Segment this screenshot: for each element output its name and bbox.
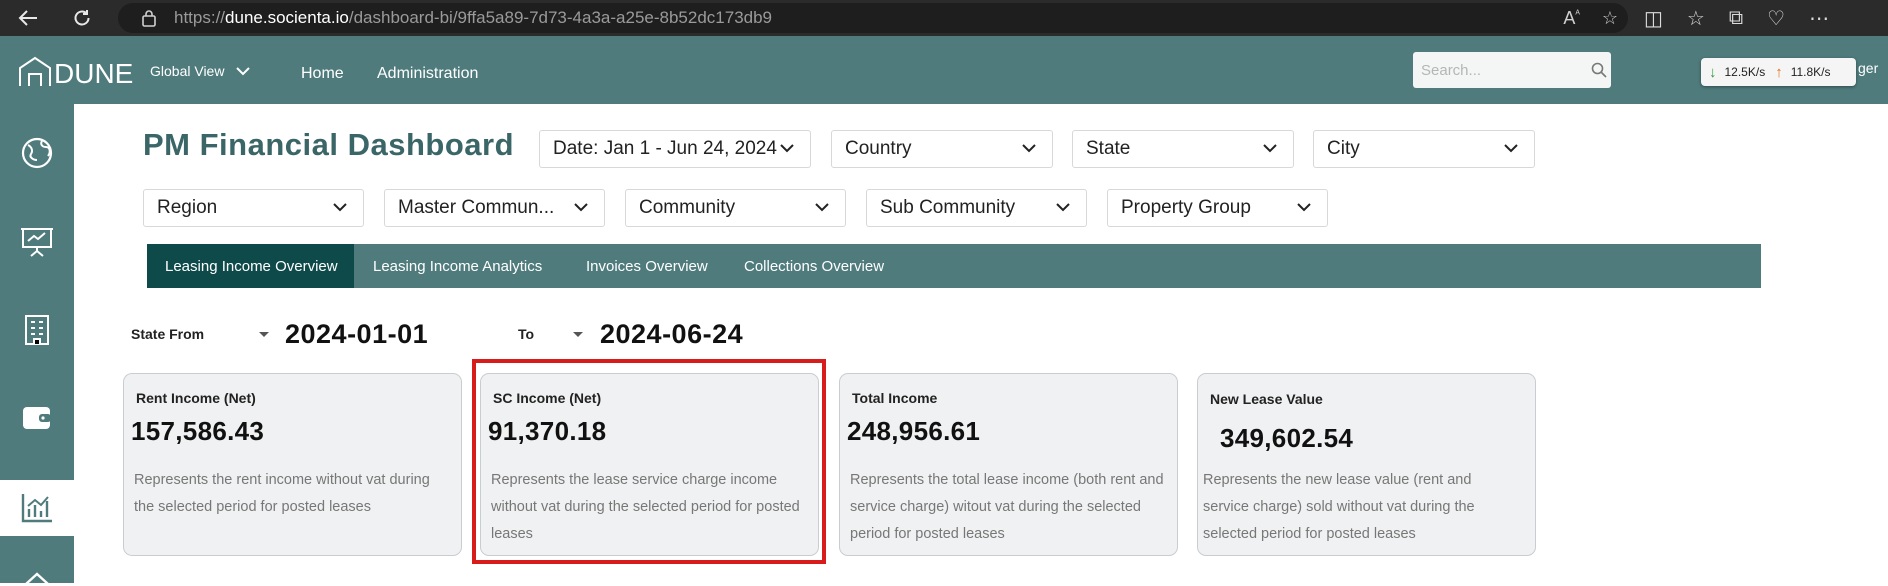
kpi-card-total-income: Total Income 248,956.61 Represents the t… — [839, 373, 1178, 556]
from-dropdown-caret-icon[interactable] — [259, 332, 269, 337]
state-from-label: State From — [131, 326, 205, 342]
sidebar-item-analytics[interactable] — [0, 480, 74, 536]
back-icon[interactable] — [10, 0, 46, 36]
chevron-down-icon — [1504, 144, 1518, 153]
more-icon[interactable]: ⋯ — [1809, 6, 1829, 31]
state-filter[interactable]: State — [1072, 130, 1294, 168]
search-box[interactable] — [1413, 52, 1611, 88]
collections-icon[interactable]: ⧉ — [1729, 7, 1743, 30]
chevron-down-icon — [1297, 203, 1311, 212]
card-title: New Lease Value — [1210, 391, 1323, 407]
country-filter[interactable]: Country — [831, 130, 1053, 168]
globe-icon — [21, 137, 53, 169]
user-name-clipped[interactable]: ger — [1858, 60, 1878, 76]
card-description: Represents the rent income without vat d… — [134, 472, 430, 515]
chevron-down-icon — [236, 66, 251, 75]
master-community-filter[interactable]: Master Commun... — [384, 189, 605, 227]
logo-house-icon — [19, 56, 51, 86]
kpi-card-new-lease-value: New Lease Value 349,602.54 Represents th… — [1197, 373, 1536, 556]
city-filter[interactable]: City — [1313, 130, 1535, 168]
global-view-selector[interactable]: Global View — [150, 63, 251, 79]
card-value: 349,602.54 — [1220, 423, 1354, 453]
wallet-icon — [23, 407, 51, 429]
tab-leasing-income-overview[interactable]: Leasing Income Overview — [147, 244, 354, 288]
nav-administration[interactable]: Administration — [377, 65, 478, 83]
chevron-down-icon — [574, 203, 588, 212]
presentation-icon — [21, 228, 53, 257]
chevron-down-icon — [1263, 144, 1277, 153]
nav-home[interactable]: Home — [301, 65, 344, 83]
favorite-star-icon[interactable]: ☆ — [1602, 8, 1618, 29]
address-bar[interactable]: https://dune.socienta.io/dashboard-bi/9f… — [118, 3, 1628, 33]
to-dropdown-caret-icon[interactable] — [573, 332, 583, 337]
tab-collections-overview[interactable]: Collections Overview — [744, 244, 944, 288]
browser-essentials-icon[interactable]: ♡ — [1767, 6, 1785, 31]
sidebar-item-wallet[interactable] — [0, 390, 74, 446]
lock-icon — [142, 10, 156, 27]
read-aloud-icon[interactable]: Aᴬ — [1563, 8, 1580, 29]
chevron-down-icon — [1022, 144, 1036, 153]
favorites-icon[interactable]: ☆ — [1687, 6, 1705, 31]
chart-icon — [21, 494, 52, 523]
card-title: Rent Income (Net) — [136, 390, 256, 406]
building-icon — [25, 315, 49, 345]
chevron-down-icon — [1056, 203, 1070, 212]
dune-logo[interactable]: DUNE — [18, 56, 133, 88]
sidebar-item-presentation[interactable] — [0, 214, 74, 270]
search-icon[interactable] — [1591, 62, 1607, 78]
sidebar-item-globe[interactable] — [0, 125, 74, 181]
search-input[interactable] — [1421, 61, 1581, 79]
split-screen-icon[interactable]: ◫ — [1644, 6, 1663, 31]
sidebar — [0, 104, 74, 585]
network-speed-widget: ↓ 12.5K/s ↑ 11.8K/s — [1701, 58, 1856, 86]
tab-leasing-income-analytics[interactable]: Leasing Income Analytics — [354, 244, 586, 288]
highlight-box — [472, 359, 826, 564]
tab-invoices-overview[interactable]: Invoices Overview — [586, 244, 744, 288]
card-value: 157,586.43 — [131, 416, 265, 446]
chevron-down-icon — [780, 144, 794, 153]
property-group-filter[interactable]: Property Group — [1107, 189, 1328, 227]
sidebar-item-building[interactable] — [0, 302, 74, 358]
dashboard-tabs: Leasing Income Overview Leasing Income A… — [147, 244, 1761, 288]
date-filter[interactable]: Date: Jan 1 - Jun 24, 2024 — [539, 130, 811, 168]
to-label: To — [518, 326, 535, 342]
url-text: https://dune.socienta.io/dashboard-bi/9f… — [174, 8, 773, 27]
card-title: Total Income — [852, 390, 938, 406]
sub-community-filter[interactable]: Sub Community — [866, 189, 1087, 227]
card-value: 248,956.61 — [847, 416, 981, 446]
download-arrow-icon: ↓ — [1709, 63, 1717, 81]
page-title: PM Financial Dashboard — [143, 127, 515, 162]
to-date-value[interactable]: 2024-06-24 — [600, 319, 743, 350]
chevron-down-icon — [333, 203, 347, 212]
chevron-down-icon — [815, 203, 829, 212]
browser-toolbar: https://dune.socienta.io/dashboard-bi/9f… — [0, 0, 1888, 36]
card-description: Represents the total lease income (both … — [850, 472, 1164, 542]
kpi-card-rent-income: Rent Income (Net) 157,586.43 Represents … — [123, 373, 462, 556]
from-date-value[interactable]: 2024-01-01 — [285, 319, 428, 350]
community-filter[interactable]: Community — [625, 189, 846, 227]
card-description: Represents the new lease value (rent and… — [1203, 472, 1475, 542]
refresh-icon[interactable] — [64, 0, 100, 36]
upload-arrow-icon: ↑ — [1775, 63, 1783, 81]
region-filter[interactable]: Region — [143, 189, 364, 227]
